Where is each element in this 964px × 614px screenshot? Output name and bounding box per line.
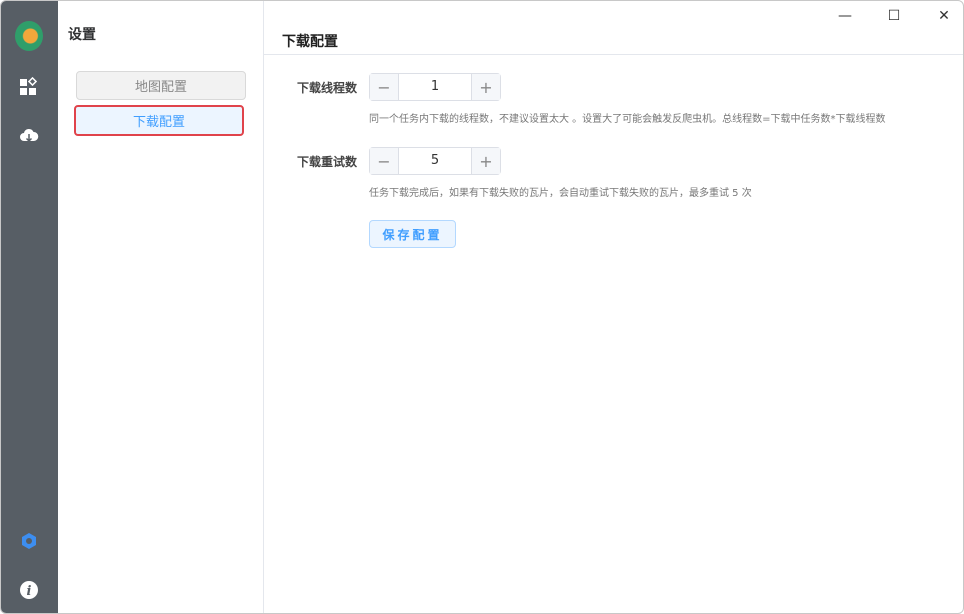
- page-title: 下载配置: [282, 34, 338, 50]
- threads-hint: 同一个任务内下载的线程数，不建议设置太大 。设置大了可能会触发反爬虫机。总线程数…: [369, 114, 886, 125]
- threads-increment-button[interactable]: +: [471, 74, 500, 100]
- settings-nav: 设置 地图配置 下载配置: [58, 1, 264, 613]
- cloud-download-icon[interactable]: [15, 122, 43, 150]
- close-button[interactable]: ✕: [926, 5, 962, 27]
- icon-rail: i: [1, 1, 58, 613]
- globe-logo-icon: [15, 21, 43, 51]
- retries-increment-button[interactable]: +: [471, 148, 500, 174]
- retries-input[interactable]: 5: [399, 148, 471, 174]
- svg-text:i: i: [27, 584, 32, 599]
- apps-icon[interactable]: [15, 73, 43, 101]
- retries-label: 下载重试数: [297, 155, 358, 169]
- maximize-button[interactable]: ☐: [876, 5, 912, 27]
- threads-input[interactable]: 1: [399, 74, 471, 100]
- settings-hex-icon[interactable]: [15, 527, 43, 555]
- info-icon[interactable]: i: [15, 576, 43, 604]
- settings-title: 设置: [68, 27, 96, 43]
- app-window: i 设置 地图配置 下载配置 下载配置 — ☐ ✕ 下载线程数 − 1 + 同一…: [0, 0, 964, 614]
- threads-decrement-button[interactable]: −: [370, 74, 399, 100]
- main-panel: 下载配置 — ☐ ✕ 下载线程数 − 1 + 同一个任务内下载的线程数，不建议设…: [264, 1, 963, 613]
- minimize-button[interactable]: —: [827, 5, 863, 27]
- threads-label: 下载线程数: [297, 81, 358, 95]
- retries-stepper: − 5 +: [369, 147, 501, 175]
- save-config-button[interactable]: 保存配置: [369, 220, 456, 248]
- retries-decrement-button[interactable]: −: [370, 148, 399, 174]
- retries-hint: 任务下载完成后，如果有下载失败的瓦片，会自动重试下载失败的瓦片，最多重试 5 次: [369, 188, 752, 199]
- nav-download-config[interactable]: 下载配置: [74, 105, 244, 136]
- nav-map-config[interactable]: 地图配置: [76, 71, 246, 100]
- threads-stepper: − 1 +: [369, 73, 501, 101]
